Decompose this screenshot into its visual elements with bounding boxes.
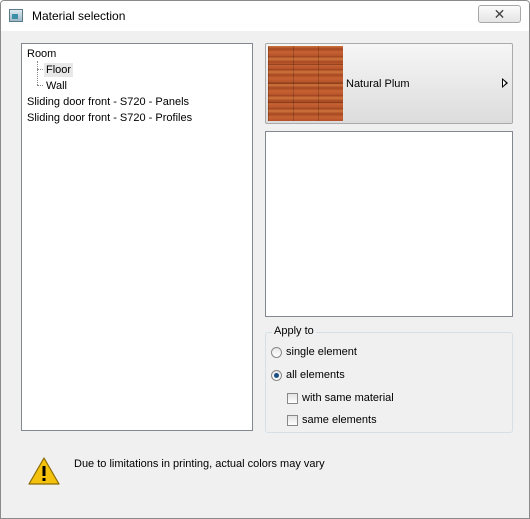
apply-to-group: Apply to single element all elements wit…: [265, 325, 513, 433]
tree-connector: [37, 85, 43, 86]
close-button[interactable]: ✕: [478, 5, 521, 23]
window-title: Material selection: [32, 9, 126, 23]
radio-button[interactable]: [271, 346, 282, 358]
tree-item-wall[interactable]: Wall: [46, 79, 67, 93]
triangle-right-icon: [502, 78, 508, 88]
same-elements-checkbox[interactable]: same elements: [287, 414, 377, 426]
single-element-label: single element: [286, 346, 357, 358]
tree-connector: [37, 61, 38, 85]
tree-item-room[interactable]: Room: [27, 47, 56, 61]
warning-text: Due to limitations in printing, actual c…: [74, 458, 325, 470]
same-elements-label: same elements: [302, 414, 377, 426]
tree-item-floor[interactable]: Floor: [44, 63, 74, 77]
tree-item-sliding-door-profiles[interactable]: Sliding door front - S720 - Profiles: [27, 111, 192, 125]
material-preview: [265, 131, 513, 317]
radio-button-selected[interactable]: [271, 369, 282, 381]
material-selection-dialog: Material selection ✕ Room Floor Wall Sli…: [0, 0, 530, 519]
material-swatch: [268, 46, 343, 121]
checkbox[interactable]: [287, 414, 298, 426]
element-tree[interactable]: Room Floor Wall Sliding door front - S72…: [21, 43, 253, 431]
all-elements-radio[interactable]: all elements: [271, 369, 345, 381]
close-icon: ✕: [493, 6, 506, 22]
warning-icon: [28, 457, 60, 485]
single-element-radio[interactable]: single element: [271, 346, 357, 358]
dialog-body: Room Floor Wall Sliding door front - S72…: [7, 31, 523, 512]
title-bar: Material selection ✕: [1, 1, 529, 31]
window-icon: [9, 9, 23, 22]
checkbox[interactable]: [287, 392, 298, 404]
all-elements-label: all elements: [286, 369, 345, 381]
material-picker-button[interactable]: Natural Plum: [265, 43, 513, 124]
apply-to-title: Apply to: [272, 325, 316, 337]
material-name: Natural Plum: [346, 78, 410, 90]
tree-item-sliding-door-panels[interactable]: Sliding door front - S720 - Panels: [27, 95, 189, 109]
with-same-material-label: with same material: [302, 392, 394, 404]
tree-connector: [37, 69, 43, 70]
with-same-material-checkbox[interactable]: with same material: [287, 392, 394, 404]
